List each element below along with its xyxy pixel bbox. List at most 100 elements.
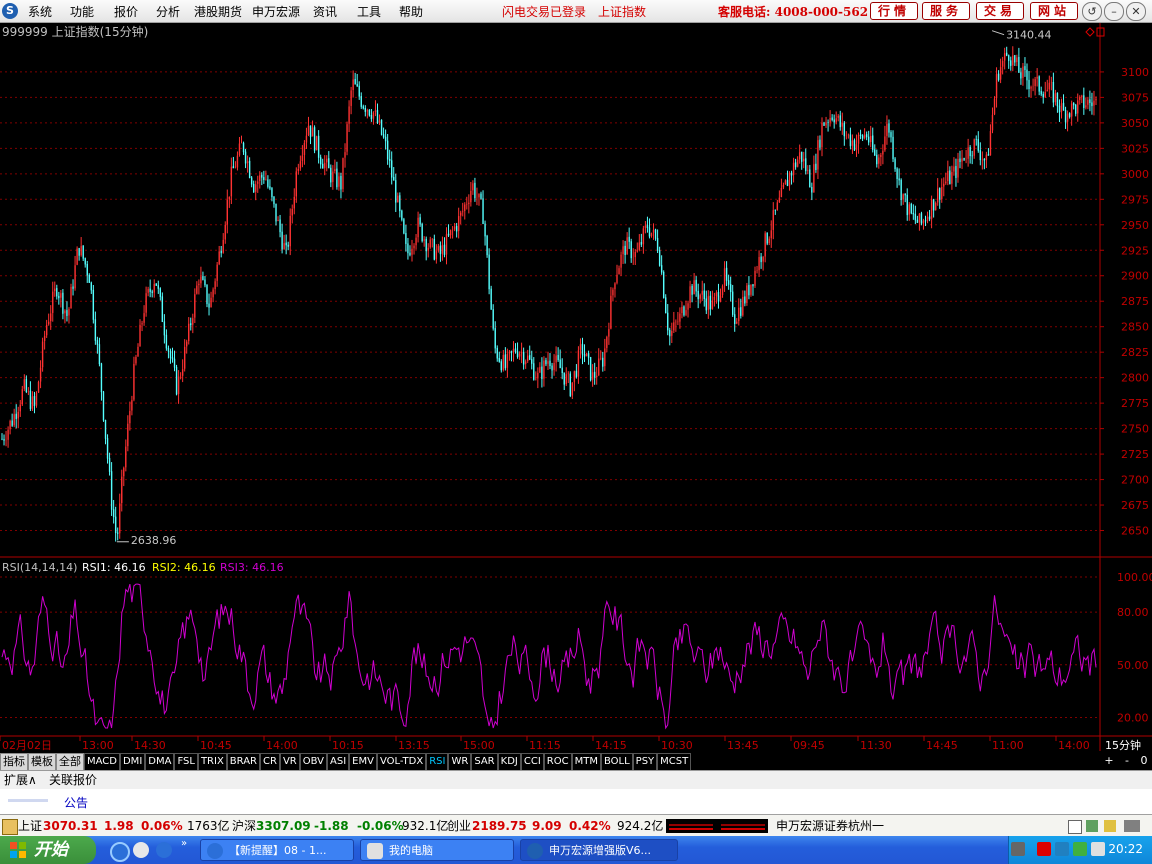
- rsi-tick-label: 100.00: [1117, 571, 1152, 584]
- menu-tools[interactable]: 工具: [357, 3, 381, 20]
- tab-cr[interactable]: CR: [260, 753, 280, 771]
- tab-全部[interactable]: 全部: [56, 753, 84, 771]
- menu-news[interactable]: 资讯: [313, 3, 337, 20]
- cy-label: 创业: [447, 819, 472, 833]
- tab-emv[interactable]: EMV: [349, 753, 377, 771]
- tab-trix[interactable]: TRIX: [197, 753, 227, 771]
- status-lock-icon[interactable]: [2, 819, 18, 835]
- period-label[interactable]: 15分钟: [1105, 738, 1141, 752]
- keyboard-icon[interactable]: [1011, 842, 1025, 856]
- tab-boll[interactable]: BOLL: [600, 753, 633, 771]
- tab-rsi[interactable]: RSI: [426, 753, 449, 771]
- x-tick-label: 14:00: [266, 739, 298, 752]
- mini-bars-widget[interactable]: [666, 819, 768, 833]
- top-index-name[interactable]: 上证指数: [598, 3, 646, 20]
- cy-change: 9.09: [532, 819, 562, 833]
- tab-vr[interactable]: VR: [279, 753, 300, 771]
- task-my-computer-label: 我的电脑: [389, 844, 433, 857]
- tab-vol-tdx[interactable]: VOL-TDX: [376, 753, 427, 771]
- y-tick-label: 2950: [1121, 219, 1149, 232]
- tab-asi[interactable]: ASI: [327, 753, 350, 771]
- hs-change: -1.88: [314, 819, 349, 833]
- expand-quicklaunch-icon[interactable]: »: [181, 838, 187, 849]
- zoom-in-button[interactable]: +: [1101, 753, 1117, 769]
- sh-change: 1.98: [104, 819, 134, 833]
- signal-icon[interactable]: [1086, 820, 1098, 832]
- tab-fsl[interactable]: FSL: [174, 753, 198, 771]
- quote-button[interactable]: 行情: [870, 2, 918, 20]
- service-button[interactable]: 服务: [922, 2, 970, 20]
- task-my-computer[interactable]: 我的电脑: [360, 839, 514, 861]
- sh-volume: 1763亿: [187, 819, 230, 833]
- app-logo-icon[interactable]: S: [2, 3, 18, 19]
- menu-function[interactable]: 功能: [70, 3, 94, 20]
- x-tick-label: 13:00: [82, 739, 114, 752]
- notice-panel: 公告: [0, 789, 1152, 814]
- system-tray: 20:22: [1008, 836, 1152, 864]
- expand-tab[interactable]: 扩展∧: [4, 772, 37, 788]
- tab-指标[interactable]: 指标: [0, 753, 28, 771]
- volume-icon[interactable]: [1091, 842, 1105, 856]
- tab-roc[interactable]: ROC: [543, 753, 572, 771]
- notice-title[interactable]: 公告: [64, 794, 88, 811]
- x-tick-label: 02月02日: [2, 739, 52, 752]
- sh-label: 上证: [18, 819, 43, 833]
- y-tick-label: 2975: [1121, 193, 1149, 206]
- y-tick-label: 2900: [1121, 270, 1149, 283]
- menu-quote[interactable]: 报价: [114, 3, 138, 20]
- tab-cci[interactable]: CCI: [520, 753, 544, 771]
- ie-quicklaunch-icon[interactable]: [133, 842, 149, 858]
- y-tick-label: 2775: [1121, 397, 1149, 410]
- website-button[interactable]: 网站: [1030, 2, 1078, 20]
- tab-sar[interactable]: SAR: [471, 753, 498, 771]
- rsi-tick-label: 80.00: [1117, 606, 1149, 619]
- lock-icon[interactable]: [1104, 820, 1116, 832]
- x-tick-label: 13:15: [398, 739, 430, 752]
- x-tick-label: 11:15: [529, 739, 561, 752]
- security-icon[interactable]: [1037, 842, 1051, 856]
- browser-icon[interactable]: [156, 842, 172, 858]
- x-tick-label: 09:45: [793, 739, 825, 752]
- menu-help[interactable]: 帮助: [399, 3, 423, 20]
- notice-divider: [8, 799, 48, 802]
- tab-mcst[interactable]: MCST: [657, 753, 692, 771]
- tab-dmi[interactable]: DMI: [119, 753, 146, 771]
- y-tick-label: 2650: [1121, 525, 1149, 538]
- related-quote-tab[interactable]: 关联报价: [49, 772, 97, 788]
- window-icon[interactable]: [1068, 820, 1082, 834]
- update-icon[interactable]: [1073, 842, 1087, 856]
- tab-wr[interactable]: WR: [448, 753, 472, 771]
- y-tick-label: 2850: [1121, 321, 1149, 334]
- back-icon[interactable]: ↺: [1082, 2, 1102, 21]
- tab-mtm[interactable]: MTM: [571, 753, 601, 771]
- tab-kdj[interactable]: KDJ: [497, 753, 521, 771]
- hs-pct: -0.06%: [357, 819, 404, 833]
- menu-analysis[interactable]: 分析: [156, 3, 180, 20]
- menu-swhy[interactable]: 申万宏源: [252, 3, 300, 20]
- tab-brar[interactable]: BRAR: [226, 753, 260, 771]
- task-swhy[interactable]: 申万宏源增强版V6...: [520, 839, 678, 861]
- zoom-out-button[interactable]: -: [1119, 753, 1135, 769]
- menu-system[interactable]: 系统: [28, 3, 52, 20]
- start-label: 开始: [34, 840, 68, 860]
- ie-icon[interactable]: [110, 842, 130, 862]
- tab-obv[interactable]: OBV: [299, 753, 327, 771]
- task-reminder[interactable]: 【新提醒】08 - 1...: [200, 839, 354, 861]
- taskbar: 开始 » 【新提醒】08 - 1... 我的电脑 申万宏源增强版V6... 20…: [0, 836, 1152, 864]
- tab-psy[interactable]: PSY: [632, 753, 658, 771]
- menu-bar: S 系统 功能 报价 分析 港股期货 申万宏源 资讯 工具 帮助 闪电交易已登录…: [0, 0, 1152, 23]
- close-icon[interactable]: ✕: [1126, 2, 1146, 21]
- reset-button[interactable]: 0: [1137, 753, 1151, 769]
- x-tick-label: 10:30: [661, 739, 693, 752]
- menu-hk-futures[interactable]: 港股期货: [194, 3, 242, 20]
- tools-icon[interactable]: [1124, 820, 1140, 832]
- network-icon[interactable]: [1055, 842, 1069, 856]
- tab-dma[interactable]: DMA: [145, 753, 175, 771]
- start-button[interactable]: 开始: [0, 836, 96, 864]
- sh-pct: 0.06%: [141, 819, 183, 833]
- tab-macd[interactable]: MACD: [84, 753, 120, 771]
- trade-button[interactable]: 交易: [976, 2, 1024, 20]
- tab-模板[interactable]: 模板: [28, 753, 56, 771]
- minimize-icon[interactable]: –: [1104, 2, 1124, 21]
- chart-area[interactable]: 2650 2675 2700 2725 2750 2775 2800 2825 2850 2875…: [0, 23, 1152, 753]
